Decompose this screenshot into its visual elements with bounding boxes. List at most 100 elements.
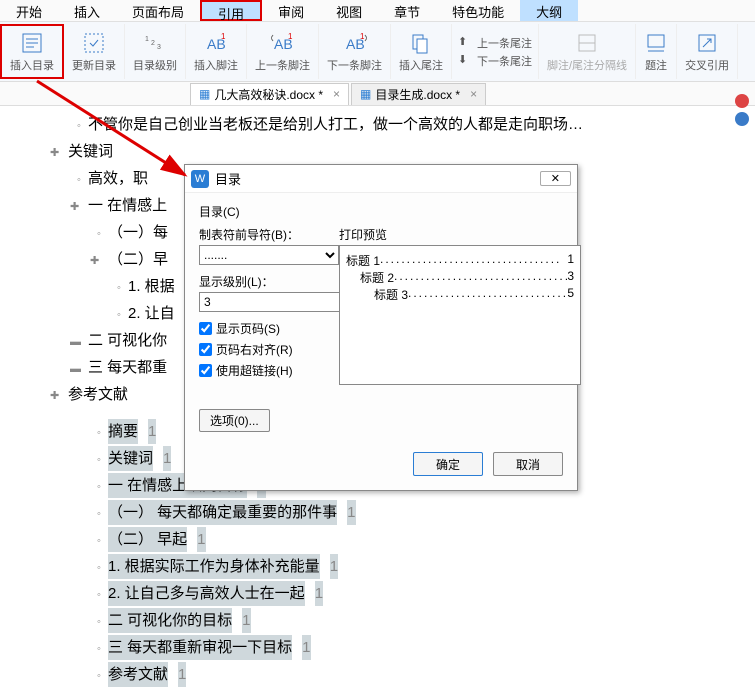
outline-dot: ◦ bbox=[90, 529, 108, 554]
next-footnote-label: 下一条脚注 bbox=[327, 57, 382, 73]
toc-level-label: 目录级别 bbox=[133, 57, 177, 73]
ok-button[interactable]: 确定 bbox=[413, 452, 483, 476]
menu-insert[interactable]: 插入 bbox=[58, 0, 116, 21]
doc-tab-1[interactable]: ▦ 几大高效秘诀.docx * × bbox=[190, 83, 349, 105]
menu-review[interactable]: 审阅 bbox=[262, 0, 320, 21]
page-number: 1 bbox=[302, 635, 310, 660]
insert-toc-icon bbox=[20, 31, 44, 55]
prev-footnote-label: 上一条脚注 bbox=[255, 57, 310, 73]
menu-view[interactable]: 视图 bbox=[320, 0, 378, 21]
sidebar-blue-icon[interactable] bbox=[735, 112, 749, 126]
body-text: 不管你是自己创业当老板还是给别人打工，做一个高效的人都是走向职场… bbox=[88, 112, 583, 137]
heading: 二 可视化你 bbox=[88, 328, 167, 353]
heading: 参考文献 bbox=[68, 382, 128, 407]
outline-dot: ◦ bbox=[90, 222, 108, 247]
show-page-number-label: 显示页码(S) bbox=[216, 320, 280, 337]
heading: 三 每天都重 bbox=[88, 355, 167, 380]
dialog-title-bar[interactable]: W 目录 ✕ bbox=[185, 165, 577, 193]
menu-features[interactable]: 特色功能 bbox=[436, 0, 520, 21]
outline-dot: ◦ bbox=[90, 637, 108, 662]
insert-toc-button[interactable]: 插入目录 bbox=[0, 24, 64, 79]
outline-dot: ◦ bbox=[90, 502, 108, 527]
outline-plus[interactable]: ✚ bbox=[70, 195, 88, 220]
body-text: 1. 根据 bbox=[128, 274, 175, 299]
doc-tab-2[interactable]: ▦ 目录生成.docx * × bbox=[351, 83, 486, 105]
ribbon: 插入目录 更新目录 123 目录级别 AB1 插入脚注 AB1 上一条脚注 AB… bbox=[0, 22, 755, 82]
sidebar-red-icon[interactable] bbox=[735, 94, 749, 108]
insert-endnote-button[interactable]: 插入尾注 bbox=[391, 24, 452, 79]
close-tab-icon[interactable]: × bbox=[470, 87, 477, 101]
update-toc-label: 更新目录 bbox=[72, 57, 116, 73]
selected-text: （二） 早起 bbox=[108, 527, 187, 552]
prev-footnote-button[interactable]: AB1 上一条脚注 bbox=[247, 24, 319, 79]
svg-text:1: 1 bbox=[288, 32, 293, 41]
fn-en-sep-label: 脚注/尾注分隔线 bbox=[547, 57, 627, 73]
caption-icon bbox=[644, 31, 668, 55]
insert-footnote-button[interactable]: AB1 插入脚注 bbox=[186, 24, 247, 79]
menu-chapter[interactable]: 章节 bbox=[378, 0, 436, 21]
show-level-spinner[interactable]: ▲▼ bbox=[199, 292, 339, 312]
outline-plus[interactable]: ✚ bbox=[50, 384, 68, 409]
use-hyperlink-label: 使用超链接(H) bbox=[216, 362, 293, 379]
menu-reference[interactable]: 引用 bbox=[200, 0, 262, 21]
menu-layout[interactable]: 页面布局 bbox=[116, 0, 200, 21]
doc-tab-2-name: 目录生成.docx * bbox=[375, 86, 460, 103]
svg-text:2: 2 bbox=[151, 40, 155, 47]
prev-endnote-button[interactable]: ⬆上一条尾注 bbox=[458, 34, 532, 52]
show-level-input[interactable] bbox=[200, 293, 359, 311]
page-number: 1 bbox=[148, 419, 156, 444]
next-endnote-button[interactable]: ⬇下一条尾注 bbox=[458, 52, 532, 70]
menu-outline[interactable]: 大纲 bbox=[520, 0, 578, 21]
page-number: 1 bbox=[197, 527, 205, 552]
document-tab-bar: ▦ 几大高效秘诀.docx * × ▦ 目录生成.docx * × bbox=[0, 82, 755, 106]
toc-level-button[interactable]: 123 目录级别 bbox=[125, 24, 186, 79]
dialog-close-button[interactable]: ✕ bbox=[540, 171, 571, 186]
app-icon: W bbox=[191, 170, 209, 188]
update-toc-button[interactable]: 更新目录 bbox=[64, 24, 125, 79]
outline-plus[interactable]: ✚ bbox=[90, 249, 108, 274]
svg-text:1: 1 bbox=[360, 32, 365, 41]
outline-dot: ◦ bbox=[90, 448, 108, 473]
outline-plus[interactable]: ✚ bbox=[50, 141, 68, 166]
tab-leader-label: 制表符前导符(B)： bbox=[199, 226, 339, 243]
page-number: 1 bbox=[178, 662, 186, 687]
heading: 关键词 bbox=[68, 139, 113, 164]
caption-label: 题注 bbox=[645, 57, 667, 73]
body-text: 高效，职 bbox=[88, 166, 148, 191]
close-tab-icon[interactable]: × bbox=[333, 87, 340, 101]
crossref-button[interactable]: 交叉引用 bbox=[677, 24, 738, 79]
options-button[interactable]: 选项(0)... bbox=[199, 409, 270, 432]
selected-text: 参考文献 bbox=[108, 662, 168, 687]
body-text: 2. 让自 bbox=[128, 301, 175, 326]
tab-leader-select[interactable]: ....... bbox=[199, 245, 339, 265]
outline-dot: ◦ bbox=[90, 664, 108, 689]
right-align-label: 页码右对齐(R) bbox=[216, 341, 293, 358]
cancel-button[interactable]: 取消 bbox=[493, 452, 563, 476]
selected-text: （一） 每天都确定最重要的那件事 bbox=[108, 500, 337, 525]
show-page-number-checkbox[interactable] bbox=[199, 322, 212, 335]
outline-dot: ◦ bbox=[70, 168, 88, 193]
word-file-icon: ▦ bbox=[199, 87, 210, 101]
crossref-label: 交叉引用 bbox=[685, 57, 729, 73]
use-hyperlink-checkbox[interactable] bbox=[199, 364, 212, 377]
outline-dot: ◦ bbox=[90, 610, 108, 635]
menu-start[interactable]: 开始 bbox=[0, 0, 58, 21]
fn-en-sep-button[interactable]: 脚注/尾注分隔线 bbox=[539, 24, 636, 79]
next-footnote-button[interactable]: AB1 下一条脚注 bbox=[319, 24, 391, 79]
doc-tab-1-name: 几大高效秘诀.docx * bbox=[214, 86, 323, 103]
outline-minus[interactable]: ▬ bbox=[70, 330, 88, 355]
toc-dialog: W 目录 ✕ 目录(C) 制表符前导符(B)： ....... 显示级别(L)：… bbox=[184, 164, 578, 491]
endnote-nav-group: ⬆上一条尾注 ⬇下一条尾注 bbox=[452, 24, 539, 79]
selected-text: 1. 根据实际工作为身体补充能量 bbox=[108, 554, 320, 579]
heading: （二）早 bbox=[108, 247, 168, 272]
insert-footnote-icon: AB1 bbox=[204, 31, 228, 55]
page-number: 1 bbox=[315, 581, 323, 606]
caption-button[interactable]: 题注 bbox=[636, 24, 677, 79]
right-align-checkbox[interactable] bbox=[199, 343, 212, 356]
selected-text: 二 可视化你的目标 bbox=[108, 608, 232, 633]
menu-bar: 开始 插入 页面布局 引用 审阅 视图 章节 特色功能 大纲 bbox=[0, 0, 755, 22]
page-number: 1 bbox=[347, 500, 355, 525]
outline-minus[interactable]: ▬ bbox=[70, 357, 88, 382]
page-number: 1 bbox=[163, 446, 171, 471]
outline-dot: ◦ bbox=[70, 114, 88, 139]
